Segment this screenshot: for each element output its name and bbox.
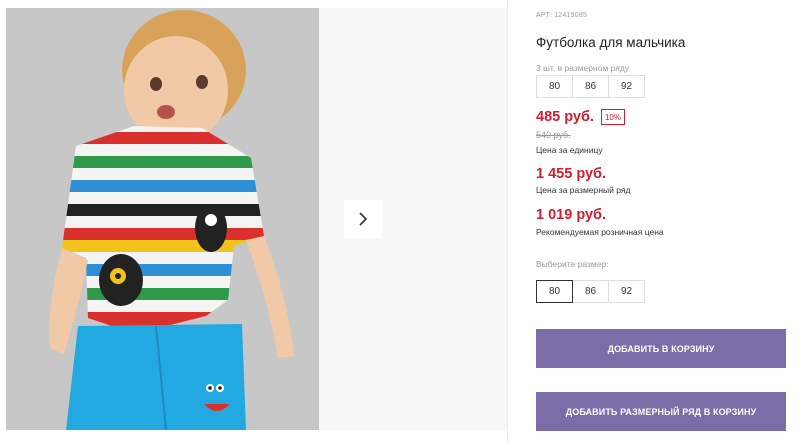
pack-sizes: 80 86 92 bbox=[536, 75, 645, 98]
size-select-caption: Выберите размер: bbox=[536, 259, 609, 269]
pack-caption: 3 шт. в размерном ряду bbox=[536, 63, 630, 73]
product-photo[interactable] bbox=[6, 8, 319, 430]
add-pack-to-cart-button[interactable]: ДОБАВИТЬ РАЗМЕРНЫЙ РЯД В КОРЗИНУ bbox=[536, 392, 786, 431]
product-article: АРТ: 12419085 bbox=[536, 12, 587, 19]
pack-price: 1 455 руб. bbox=[536, 166, 607, 182]
pack-size-80: 80 bbox=[536, 75, 573, 98]
old-price: 540 руб. bbox=[536, 130, 571, 140]
chevron-right-icon bbox=[359, 212, 368, 226]
unit-price-row: 485 руб. 10% bbox=[536, 109, 625, 125]
pack-price-note: Цена за размерный ряд bbox=[536, 185, 631, 195]
size-option-92[interactable]: 92 bbox=[608, 280, 645, 303]
size-selector: 80 86 92 bbox=[536, 280, 645, 303]
size-option-86[interactable]: 86 bbox=[572, 280, 609, 303]
discount-badge: 10% bbox=[600, 109, 625, 125]
product-title: Футболка для мальчика bbox=[536, 35, 686, 50]
pack-size-92: 92 bbox=[608, 75, 645, 98]
gallery-next-button[interactable] bbox=[344, 200, 382, 238]
retail-price: 1 019 руб. bbox=[536, 207, 607, 223]
product-photo-illustration bbox=[6, 8, 319, 430]
column-divider bbox=[507, 0, 508, 442]
unit-price: 485 руб. bbox=[536, 109, 594, 125]
unit-price-note: Цена за единицу bbox=[536, 145, 603, 155]
size-option-80[interactable]: 80 bbox=[536, 280, 573, 303]
add-to-cart-button[interactable]: ДОБАВИТЬ В КОРЗИНУ bbox=[536, 329, 786, 368]
pack-size-86: 86 bbox=[572, 75, 609, 98]
product-gallery bbox=[0, 0, 508, 442]
retail-price-note: Рекомендуемая розничная цена bbox=[536, 227, 664, 237]
